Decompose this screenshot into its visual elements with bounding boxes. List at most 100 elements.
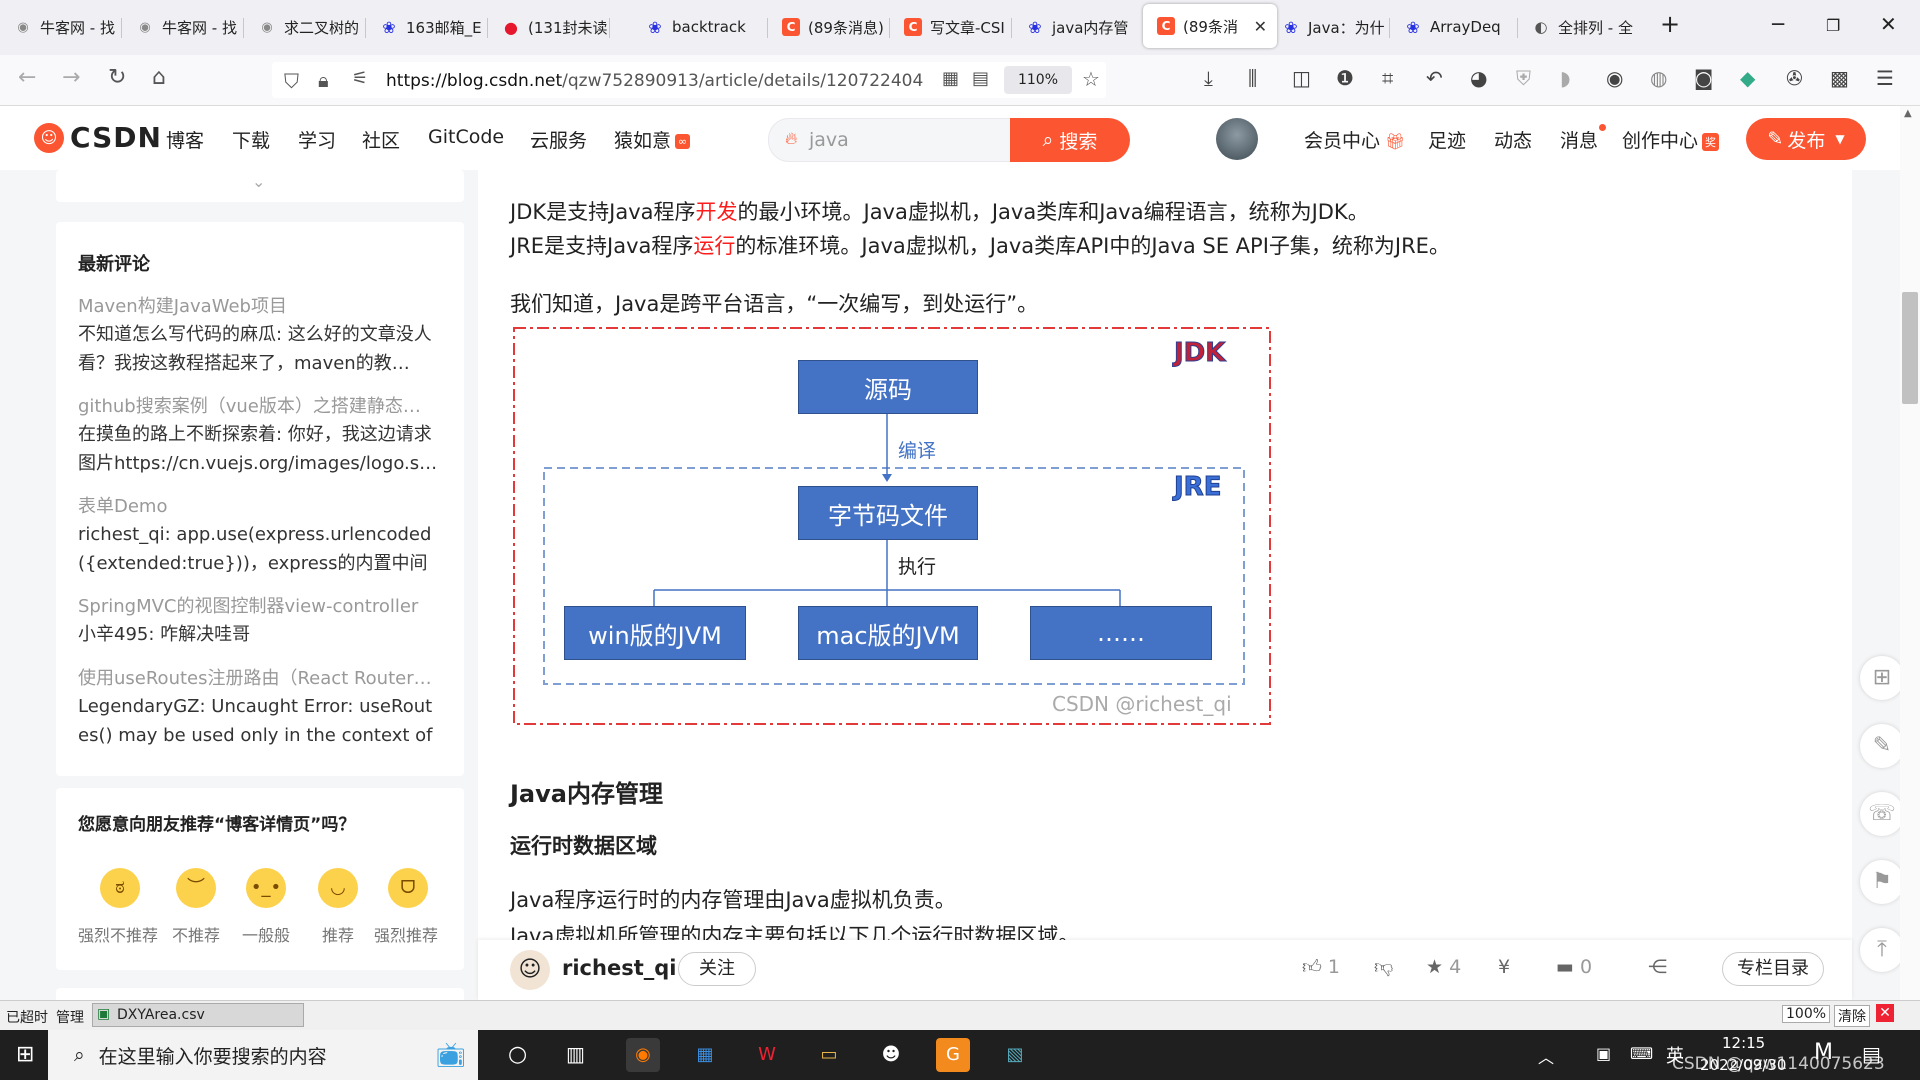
url-text[interactable]: https://blog.csdn.net/qzw752890913/artic… [386,71,923,91]
like-button[interactable]: 👍︎ 1 [1302,956,1340,979]
browser-tab[interactable]: ◉ 牛客网 - 找 [0,6,134,48]
forward-icon[interactable]: → [62,65,80,90]
nav-cloud[interactable]: 云服务 [530,126,587,153]
browser-tab[interactable]: ❀ 163邮箱_Е [366,6,500,48]
author-name[interactable]: richest_qi [562,956,676,980]
qr-code-icon[interactable]: ▦ [942,68,959,89]
extension-icon[interactable]: ◕ [1470,66,1487,90]
library-icon[interactable]: ⫼ [1248,66,1257,90]
laugh-face-icon[interactable]: ᗜ [388,868,428,908]
menu-icon[interactable]: ☰ [1876,66,1894,90]
extension-green-icon[interactable]: ◆ [1740,66,1755,90]
browser-tab[interactable]: ◉ 牛客网 - 找 [122,6,256,48]
keyboard-icon[interactable]: ⌨ [1630,1044,1653,1063]
reload-icon[interactable]: ↻ [108,65,126,90]
home-icon[interactable]: ⌂ [152,65,166,90]
task-view-circle-icon[interactable]: ○ [508,1042,527,1067]
extension-one-icon[interactable]: ❶ [1336,66,1354,90]
reward-icon[interactable]: ¥ [1498,956,1510,978]
column-catalog-button[interactable]: 专栏目录 [1722,952,1824,986]
nav-footprint[interactable]: 足迹 [1428,126,1466,153]
extension-se-icon[interactable]: ▩ [1830,66,1849,90]
report-icon[interactable]: ⚑ [1860,860,1900,904]
wps-icon[interactable]: W [750,1038,784,1072]
comment-body[interactable]: 小辛495: 咋解决哇哥 [78,620,440,649]
comment-body[interactable]: 不知道怎么写代码的麻瓜: 这么好的文章没人看？我按这教程搭起来了，maven的教… [78,320,440,378]
neutral-face-icon[interactable]: •_• [246,868,286,908]
comment-article-title[interactable]: Maven构建JavaWeb项目 [78,292,440,318]
download-manage-button[interactable]: 管理 [56,1007,84,1027]
smile-face-icon[interactable]: ◡ [318,868,358,908]
pocket-icon[interactable]: ◗ [1560,66,1571,90]
float-tool-icon[interactable]: ⊞ [1860,656,1900,700]
browser-tab-active[interactable]: C (89条消 ✕ [1143,4,1277,48]
restore-icon[interactable]: ❐ [1826,16,1840,35]
nav-community[interactable]: 社区 [362,126,400,153]
browser-tab[interactable]: ◉ 求二叉树的 [244,6,378,48]
comment-body[interactable]: LegendaryGZ: Uncaught Error: useRoutes()… [78,692,440,750]
back-icon[interactable]: ← [18,65,36,90]
search-box[interactable]: 🔥︎ java [768,118,1012,162]
network-icon[interactable]: ▣ [1596,1044,1611,1063]
lock-icon[interactable]: 🔒︎ [318,68,329,92]
back-to-top-icon[interactable]: ⤒ [1860,928,1900,972]
rating-label[interactable]: 不推荐 [172,922,220,946]
bookmark-star-icon[interactable]: ☆ [1082,67,1100,91]
close-download-bar-icon[interactable]: ✕ [1876,1004,1894,1022]
reader-view-icon[interactable]: ▤ [972,68,989,89]
angry-face-icon[interactable]: ಠ [100,868,140,908]
favorite-button[interactable]: ★ 4 [1426,956,1461,978]
firefox-icon[interactable]: ◉ [626,1038,660,1072]
download-item[interactable]: ▣ DXYArea.csv [92,1003,304,1027]
comment-article-title[interactable]: github搜索案例（vue版本）之搭建静态… [78,392,440,418]
nav-vip-center[interactable]: 会员中心 🎁︎ [1304,126,1405,153]
photos-icon[interactable]: ▧ [998,1038,1032,1072]
nav-messages[interactable]: 消息 [1560,124,1607,153]
globe-icon[interactable]: ◍ [1650,66,1667,90]
clock-time[interactable]: 12:15 [1722,1034,1765,1052]
publish-button[interactable]: ✎ 发布 ▼ [1746,118,1866,160]
panda-icon[interactable]: ◙ [1694,66,1713,90]
rating-label[interactable]: 推荐 [322,922,354,946]
page-scrollbar[interactable]: ▲ [1900,106,1920,1000]
browser-tab[interactable]: ◐ 全排列 - 全 [1518,6,1652,48]
browser-tab[interactable]: ❀ ArrayDeq [1390,6,1530,48]
nav-download[interactable]: 下载 [232,126,270,153]
url-bar[interactable]: ⛉ 🔒︎ ⚟ https://blog.csdn.net/qzw75289091… [272,62,1106,98]
pdf-app-icon[interactable]: G [936,1038,970,1072]
comment-article-title[interactable]: 表单Demo [78,492,440,518]
task-view-icon[interactable]: ▥ [566,1042,585,1066]
undo-icon[interactable]: ↶ [1426,66,1443,90]
search-button[interactable]: ⌕ 搜索 [1010,118,1130,162]
download-zoom[interactable]: 100% [1782,1005,1831,1023]
comment-body[interactable]: 在摸鱼的路上不断探索着: 你好，我这边请求图片https://cn.vuejs.… [78,420,440,478]
rating-label[interactable]: 强烈推荐 [374,922,438,946]
comment-article-title[interactable]: SpringMVC的视图控制器view-controller [78,592,440,618]
browser-tab[interactable]: ● (131封未读 [488,6,622,48]
headset-icon[interactable]: ☏ [1860,792,1900,836]
scroll-up-icon[interactable]: ▲ [1904,108,1912,119]
nav-gitcode[interactable]: GitCode [428,126,504,148]
nav-blog[interactable]: 博客 [166,126,204,153]
minimize-icon[interactable]: ─ [1772,12,1784,36]
store-icon[interactable]: ▦ [688,1038,722,1072]
tray-chevron-up-icon[interactable]: ︿ [1538,1044,1554,1068]
author-avatar[interactable]: ☺ [510,950,550,990]
share-icon[interactable]: ⋲ [1648,956,1667,978]
csdn-logo[interactable]: ☺ CSDN [34,121,162,154]
browser-tab[interactable]: ❀ backtrack [632,6,782,48]
close-tab-icon[interactable]: ✕ [1254,17,1267,36]
permissions-icon[interactable]: ⚟ [352,68,368,89]
clear-downloads-button[interactable]: 清除 [1834,1005,1870,1027]
chevron-down-icon[interactable]: ⌄ [252,172,265,191]
browser-tab[interactable]: ❀ java内存管 [1012,6,1150,48]
sync-icon[interactable]: ◉ [1606,66,1623,90]
shield-icon[interactable]: ⛉ [284,69,299,93]
scrollbar-thumb[interactable] [1902,292,1918,404]
extension-gear-icon[interactable]: ✇ [1786,66,1803,90]
comment-button[interactable]: ▬ 0 [1556,956,1592,978]
search-input[interactable]: java [809,129,849,151]
rating-label[interactable]: 一般般 [242,922,290,946]
sidebar-icon[interactable]: ◫ [1292,66,1311,90]
windows-start-icon[interactable]: ⊞ [16,1042,34,1067]
